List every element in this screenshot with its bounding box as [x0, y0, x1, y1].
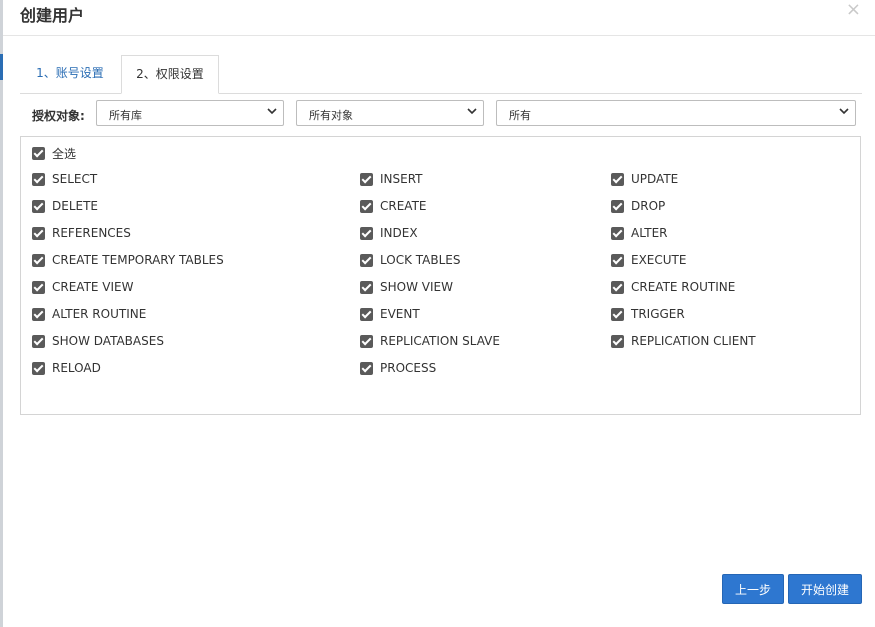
checkbox-label: TRIGGER: [631, 307, 685, 321]
checkbox-label: CREATE ROUTINE: [631, 280, 736, 294]
checkbox-label: SELECT: [52, 172, 98, 186]
chevron-down-icon: [467, 108, 477, 115]
start-create-button[interactable]: 开始创建: [788, 574, 862, 604]
perm-create[interactable]: CREATE: [360, 199, 427, 213]
header-divider: [3, 35, 875, 36]
perm-drop[interactable]: DROP: [611, 199, 665, 213]
checkbox-checked-icon: [32, 334, 45, 348]
prev-step-button[interactable]: 上一步: [722, 574, 784, 604]
checkbox-label: PROCESS: [380, 361, 437, 375]
checkbox-checked-icon: [611, 307, 624, 321]
select-all-checkbox[interactable]: 全选: [32, 145, 76, 162]
scope-select[interactable]: 所有: [496, 100, 856, 126]
perm-references[interactable]: REFERENCES: [32, 226, 131, 240]
checkbox-label: DROP: [631, 199, 666, 213]
chevron-down-icon: [839, 108, 849, 115]
checkbox-label: ALTER: [631, 226, 668, 240]
checkbox-label: INDEX: [380, 226, 418, 240]
checkbox-checked-icon: [360, 307, 373, 321]
checkbox-label: REFERENCES: [52, 226, 131, 240]
chevron-down-icon: [267, 108, 277, 115]
checkbox-label: CREATE: [380, 199, 427, 213]
perm-process[interactable]: PROCESS: [360, 361, 436, 375]
checkbox-checked-icon: [611, 253, 624, 267]
tab-permission-settings[interactable]: 2、权限设置: [121, 55, 219, 94]
checkbox-label: EVENT: [380, 307, 420, 321]
checkbox-label: SHOW DATABASES: [52, 334, 164, 348]
database-select[interactable]: 所有库: [96, 100, 284, 126]
checkbox-label: 全选: [52, 147, 77, 161]
checkbox-checked-icon: [360, 226, 373, 240]
checkbox-label: EXECUTE: [631, 253, 687, 267]
scope-select-value: 所有: [509, 109, 531, 122]
checkbox-checked-icon: [360, 253, 373, 267]
checkbox-label: SHOW VIEW: [380, 280, 453, 294]
checkbox-checked-icon: [32, 361, 45, 375]
object-select[interactable]: 所有对象: [296, 100, 484, 126]
checkbox-checked-icon: [32, 226, 45, 240]
perm-trigger[interactable]: TRIGGER: [611, 307, 685, 321]
perm-alter[interactable]: ALTER: [611, 226, 668, 240]
checkbox-checked-icon: [611, 280, 624, 294]
checkbox-checked-icon: [360, 361, 373, 375]
checkbox-checked-icon: [32, 172, 45, 186]
checkbox-label: LOCK TABLES: [380, 253, 461, 267]
checkbox-checked-icon: [360, 172, 373, 186]
checkbox-checked-icon: [32, 147, 45, 160]
close-icon[interactable]: ×: [846, 0, 861, 20]
tab-account-settings[interactable]: 1、账号设置: [20, 55, 120, 92]
checkbox-checked-icon: [611, 199, 624, 213]
checkbox-checked-icon: [32, 253, 45, 267]
perm-replication-slave[interactable]: REPLICATION SLAVE: [360, 334, 500, 348]
perm-create-temporary-tables[interactable]: CREATE TEMPORARY TABLES: [32, 253, 224, 267]
checkbox-checked-icon: [360, 199, 373, 213]
grant-target-label: 授权对象:: [32, 109, 85, 123]
grant-target-row: 授权对象: 所有库 所有对象 所有: [30, 100, 856, 128]
checkbox-checked-icon: [32, 199, 45, 213]
perm-update[interactable]: UPDATE: [611, 172, 678, 186]
perm-select[interactable]: SELECT: [32, 172, 97, 186]
object-select-value: 所有对象: [309, 109, 353, 122]
checkbox-checked-icon: [32, 307, 45, 321]
background-window-edge: [0, 0, 3, 627]
perm-reload[interactable]: RELOAD: [32, 361, 101, 375]
checkbox-label: REPLICATION SLAVE: [380, 334, 500, 348]
checkbox-label: CREATE TEMPORARY TABLES: [52, 253, 224, 267]
perm-lock-tables[interactable]: LOCK TABLES: [360, 253, 461, 267]
checkbox-label: REPLICATION CLIENT: [631, 334, 756, 348]
perm-delete[interactable]: DELETE: [32, 199, 98, 213]
checkbox-checked-icon: [360, 280, 373, 294]
checkbox-label: UPDATE: [631, 172, 679, 186]
checkbox-label: CREATE VIEW: [52, 280, 134, 294]
checkbox-checked-icon: [360, 334, 373, 348]
perm-create-routine[interactable]: CREATE ROUTINE: [611, 280, 735, 294]
permission-list: 全选 SELECT INSERT UPDATE DELETE CREATE DR…: [20, 136, 861, 415]
database-select-value: 所有库: [109, 109, 142, 122]
checkbox-label: INSERT: [380, 172, 423, 186]
checkbox-label: RELOAD: [52, 361, 101, 375]
tab-bar: 1、账号设置 2、权限设置: [20, 55, 862, 94]
checkbox-checked-icon: [611, 172, 624, 186]
checkbox-checked-icon: [32, 280, 45, 294]
checkbox-label: DELETE: [52, 199, 99, 213]
checkbox-label: ALTER ROUTINE: [52, 307, 147, 321]
perm-execute[interactable]: EXECUTE: [611, 253, 686, 267]
perm-index[interactable]: INDEX: [360, 226, 418, 240]
perm-create-view[interactable]: CREATE VIEW: [32, 280, 134, 294]
checkbox-checked-icon: [611, 226, 624, 240]
checkbox-checked-icon: [611, 334, 624, 348]
background-window-accent: [0, 54, 3, 80]
perm-show-view[interactable]: SHOW VIEW: [360, 280, 453, 294]
perm-alter-routine[interactable]: ALTER ROUTINE: [32, 307, 146, 321]
perm-event[interactable]: EVENT: [360, 307, 420, 321]
perm-show-databases[interactable]: SHOW DATABASES: [32, 334, 164, 348]
perm-replication-client[interactable]: REPLICATION CLIENT: [611, 334, 756, 348]
dialog-title: 创建用户: [20, 6, 85, 25]
perm-insert[interactable]: INSERT: [360, 172, 423, 186]
